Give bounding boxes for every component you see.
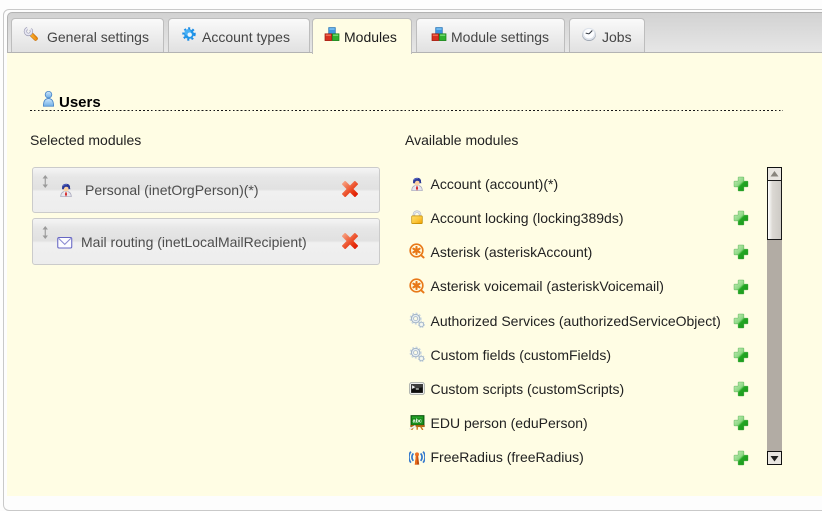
svg-text:abc: abc	[413, 419, 422, 425]
